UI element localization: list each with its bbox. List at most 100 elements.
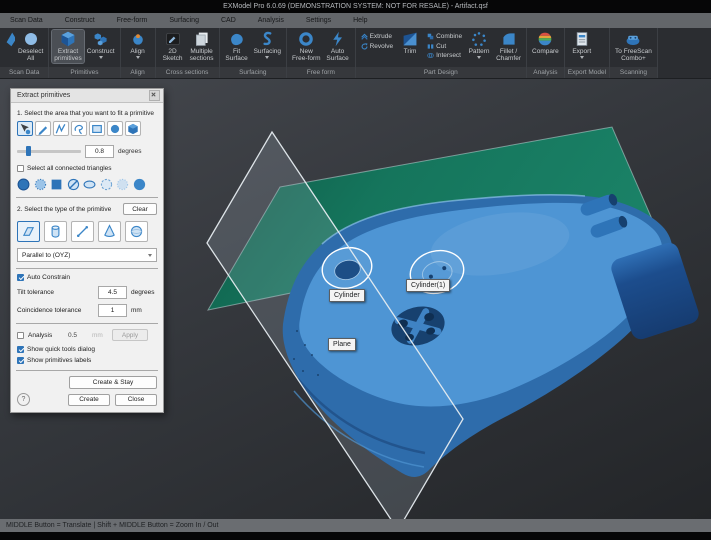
cylinder-type-button[interactable] xyxy=(44,221,67,242)
ribbon-item-construct[interactable]: Construct xyxy=(85,30,117,60)
coincidence-tolerance-field[interactable]: 1 xyxy=(98,304,127,317)
brush-select-button[interactable] xyxy=(17,121,33,136)
ribbon-item-fillet-chamfer[interactable]: Fillet / Chamfer xyxy=(494,30,523,63)
sphere-faded-icon[interactable] xyxy=(116,178,129,191)
menu-help[interactable]: Help xyxy=(353,17,367,24)
ribbon-item-revolve[interactable]: Revolve xyxy=(361,43,393,50)
help-icon[interactable]: ? xyxy=(17,393,30,406)
ribbon-item-intersect[interactable]: Intersect xyxy=(427,52,462,59)
slider-thumb[interactable] xyxy=(26,146,31,156)
ribbon-group-analysis: Compare Analysis xyxy=(527,28,565,78)
auto-constrain-row[interactable]: Auto Constrain xyxy=(17,274,157,281)
extrude-mini-icon xyxy=(361,33,368,40)
sphere-solid-icon[interactable] xyxy=(17,178,30,191)
sphere-type-button[interactable] xyxy=(125,221,148,242)
s-curve-icon xyxy=(259,31,275,47)
menu-construct[interactable]: Construct xyxy=(65,17,95,24)
sensitivity-slider-row: 0.8 degrees xyxy=(17,145,157,158)
orientation-dropdown[interactable]: Parallel to (OYZ) xyxy=(17,248,157,262)
line-type-button[interactable] xyxy=(71,221,94,242)
cube-select-button[interactable] xyxy=(125,121,141,136)
square-solid-icon[interactable] xyxy=(50,178,63,191)
sphere-stippled-icon[interactable] xyxy=(34,178,47,191)
ribbon-group-label: Scan Data xyxy=(0,67,48,78)
intersect-mini-icon xyxy=(427,52,434,59)
menu-settings[interactable]: Settings xyxy=(306,17,331,24)
tilt-tolerance-field[interactable]: 4.5 xyxy=(98,286,127,299)
menu-scan-data[interactable]: Scan Data xyxy=(10,17,43,24)
ribbon-item-align[interactable]: Align xyxy=(124,30,152,60)
ribbon-item-extract-primitives[interactable]: Extract primitives xyxy=(52,30,83,63)
auto-constrain-checkbox[interactable] xyxy=(17,274,24,281)
ribbon-item-trim[interactable]: Trim xyxy=(396,30,424,56)
ribbon-item-compare[interactable]: Compare xyxy=(530,30,561,56)
pen-select-button[interactable] xyxy=(35,121,51,136)
ribbon-group-label: Export Model xyxy=(565,67,609,78)
primitive-label-plane[interactable]: Plane xyxy=(328,338,356,351)
ribbon-group-surfacing: Fit SurfaceSurfacingSurfacing xyxy=(220,28,287,78)
ribbon-item-combine[interactable]: Combine xyxy=(427,33,462,40)
slider-unit-label: degrees xyxy=(118,148,142,155)
close-button[interactable]: Close xyxy=(115,394,157,406)
ribbon-item-deselect-all[interactable]: Deselect All xyxy=(16,30,45,63)
fillet-icon xyxy=(501,31,517,47)
ribbon-item-2d-sketch[interactable]: 2D Sketch xyxy=(159,30,187,63)
menu-surfacing[interactable]: Surfacing xyxy=(169,17,199,24)
connected-triangles-checkbox[interactable] xyxy=(17,165,24,172)
slider-track[interactable] xyxy=(17,150,81,153)
cone-type-button[interactable] xyxy=(98,221,121,242)
primitives-labels-row[interactable]: Show primitives labels xyxy=(17,357,157,364)
ribbon-item-to-freescan-combo[interactable]: To FreeScan Combo+ xyxy=(613,30,654,63)
ribbon-item-cut[interactable]: Cut xyxy=(427,43,462,50)
polyline-select-button[interactable] xyxy=(53,121,69,136)
divider xyxy=(16,268,158,269)
plane-type-button[interactable] xyxy=(17,221,40,242)
ribbon-group-label: Scanning xyxy=(610,67,657,78)
ribbon-group-label: Analysis xyxy=(527,67,564,78)
ribbon-item-multiple-sections[interactable]: Multiple sections xyxy=(188,30,216,63)
ellipse-outline-icon[interactable] xyxy=(83,178,96,191)
ribbon-item-fit-surface[interactable]: Fit Surface xyxy=(223,30,251,63)
ribbon-item-new-free-form[interactable]: New Free-form xyxy=(290,30,323,63)
ribbon-item-clipped[interactable] xyxy=(3,30,15,49)
ribbon-item-export[interactable]: Export xyxy=(568,30,596,60)
create-and-stay-button[interactable]: Create & Stay xyxy=(69,376,157,389)
quick-tools-row[interactable]: Show quick tools dialog xyxy=(17,346,157,353)
sphere-slashed-icon[interactable] xyxy=(67,178,80,191)
dropdown-caret-icon xyxy=(580,56,584,59)
primitive-label-cylinder[interactable]: Cylinder xyxy=(329,289,365,302)
surface-patch-icon xyxy=(229,31,245,47)
ribbon-toolbar: Deselect AllScan DataExtract primitivesC… xyxy=(0,28,711,79)
create-button[interactable]: Create xyxy=(68,394,110,406)
sphere-filled-icon[interactable] xyxy=(133,178,146,191)
ribbon-group-free-form: New Free-formAuto SurfaceFree form xyxy=(287,28,356,78)
panel-header[interactable]: Extract primitives xyxy=(11,89,163,103)
connected-triangles-row[interactable]: Select all connected triangles xyxy=(17,165,157,172)
primitive-label-cylinder-1[interactable]: Cylinder(1) xyxy=(406,279,450,292)
rectangle-select-button[interactable] xyxy=(89,121,105,136)
menu-cad[interactable]: CAD xyxy=(221,17,236,24)
step2-row: 2. Select the type of the primitive Clea… xyxy=(17,203,157,215)
ribbon-item-surfacing[interactable]: Surfacing xyxy=(252,30,283,60)
dropdown-caret-icon xyxy=(99,56,103,59)
slider-value-field[interactable]: 0.8 xyxy=(85,145,114,158)
deselect-circle-icon xyxy=(23,31,39,47)
ribbon-item-pattern[interactable]: Pattern xyxy=(465,30,493,60)
ribbon-group-label: Cross sections xyxy=(156,67,219,78)
viewport-3d[interactable]: Cylinder Cylinder(1) Plane Extract primiti… xyxy=(0,79,711,519)
ribbon-item-extrude[interactable]: Extrude xyxy=(361,33,393,40)
menu-free-form[interactable]: Free-form xyxy=(117,17,148,24)
apply-button[interactable]: Apply xyxy=(112,329,148,341)
ribbon-group-label: Surfacing xyxy=(220,67,286,78)
lasso-select-button[interactable] xyxy=(71,121,87,136)
menu-analysis[interactable]: Analysis xyxy=(258,17,284,24)
sphere-dashed-icon[interactable] xyxy=(100,178,113,191)
clear-button[interactable]: Clear xyxy=(123,203,157,215)
ribbon-item-auto-surface[interactable]: Auto Surface xyxy=(324,30,352,63)
window-title: EXModel Pro 6.0.69 (DEMONSTRATION SYSTEM… xyxy=(223,3,488,10)
primitives-labels-checkbox[interactable] xyxy=(17,357,24,364)
analysis-checkbox[interactable] xyxy=(17,332,24,339)
close-icon[interactable] xyxy=(149,90,160,101)
circle-select-button[interactable] xyxy=(107,121,123,136)
quick-tools-checkbox[interactable] xyxy=(17,346,24,353)
